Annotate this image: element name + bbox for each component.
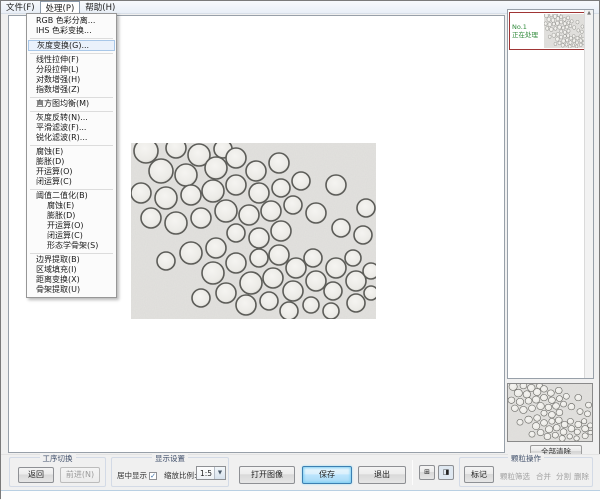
menubar-item-help[interactable]: 帮助(H) bbox=[80, 1, 120, 13]
menu-option-threshold-binarize[interactable]: 阈值二值化(B) bbox=[28, 191, 115, 201]
image-list-scrollbar[interactable]: ▲ bbox=[584, 10, 593, 378]
fit-image-icon-button[interactable]: ◨ bbox=[438, 465, 454, 480]
zoom-ratio-label: 缩放比例: bbox=[164, 470, 197, 481]
center-display-checkbox[interactable]: ✓ bbox=[149, 472, 157, 480]
zoom-ratio-value: 1:5 bbox=[200, 469, 212, 478]
scroll-up-icon[interactable]: ▲ bbox=[585, 10, 593, 18]
menu-option-rgb-separation[interactable]: RGB 色彩分离... bbox=[28, 16, 115, 26]
menu-option-ihs-transform[interactable]: IHS 色彩变换... bbox=[28, 26, 115, 36]
menu-option-region-fill[interactable]: 区域填充(I) bbox=[28, 265, 115, 275]
image-number-label: No.1 bbox=[512, 23, 544, 31]
zoom-ratio-combobox[interactable]: 1:5 ▼ bbox=[196, 466, 226, 480]
open-image-button[interactable]: 打开图像 bbox=[239, 466, 295, 484]
menu-option-dilate[interactable]: 膨胀(D) bbox=[28, 157, 115, 167]
menu-separator bbox=[28, 109, 115, 113]
menu-separator bbox=[28, 187, 115, 191]
image-list-thumbnail bbox=[544, 14, 584, 48]
menu-option-bin-dilate[interactable]: 膨胀(D) bbox=[28, 211, 115, 221]
grid-view-icon-button[interactable]: ⊞ bbox=[419, 465, 435, 480]
menu-option-piecewise-stretch[interactable]: 分段拉伸(L) bbox=[28, 65, 115, 75]
image-list-item-label: No.1 正在处理 bbox=[510, 23, 544, 39]
menu-option-open-op[interactable]: 开运算(O) bbox=[28, 167, 115, 177]
menu-separator bbox=[28, 251, 115, 255]
menu-option-distance-transform[interactable]: 距离变换(X) bbox=[28, 275, 115, 285]
menu-option-log-enhance[interactable]: 对数增强(H) bbox=[28, 75, 115, 85]
menu-option-exp-enhance[interactable]: 指数增强(Z) bbox=[28, 85, 115, 95]
process-menu-dropdown: RGB 色彩分离...IHS 色彩变换... 灰度变换(G)... 线性拉伸(F)分… bbox=[26, 13, 117, 298]
toolbar-separator bbox=[412, 460, 413, 485]
center-display-checkbox-row: 居中显示 ✓ bbox=[117, 470, 157, 481]
menu-separator bbox=[28, 36, 115, 40]
menubar-item-file[interactable]: 文件(F) bbox=[1, 1, 40, 13]
menu-option-erode[interactable]: 腐蚀(E) bbox=[28, 147, 115, 157]
menu-option-linear-stretch[interactable]: 线性拉伸(F) bbox=[28, 55, 115, 65]
image-list-item-selected[interactable]: No.1 正在处理 bbox=[509, 12, 585, 50]
menu-option-morph-skeleton[interactable]: 形态学骨架(S) bbox=[28, 241, 115, 251]
result-action-disabled-0[interactable]: 颗粒筛选 bbox=[500, 471, 530, 482]
display-group-title: 显示设置 bbox=[152, 453, 188, 464]
menu-option-sharpen-filter[interactable]: 锐化滤波(R)... bbox=[28, 133, 115, 143]
menu-option-smooth-filter[interactable]: 平滑滤波(F)... bbox=[28, 123, 115, 133]
menu-option-boundary-extract[interactable]: 边界提取(B) bbox=[28, 255, 115, 265]
preview-thumbnail bbox=[507, 383, 593, 442]
image-status-label: 正在处理 bbox=[512, 31, 544, 39]
menu-option-bin-erode[interactable]: 腐蚀(E) bbox=[28, 201, 115, 211]
image-list-panel: No.1 正在处理 ▲ bbox=[507, 9, 594, 379]
back-button[interactable]: 返回 bbox=[18, 467, 54, 483]
menu-option-bin-open[interactable]: 开运算(O) bbox=[28, 221, 115, 231]
result-action-disabled-3[interactable]: 删除 bbox=[574, 471, 589, 482]
bottom-toolbar: 工序切换 返回 前进(N) 显示设置 居中显示 ✓ 缩放比例: 1:5 ▼ 打开… bbox=[1, 454, 600, 490]
menubar-item-process[interactable]: 处理(P) bbox=[40, 1, 81, 13]
zoom-ratio-label-row: 缩放比例: bbox=[164, 470, 197, 481]
display-group: 显示设置 居中显示 ✓ 缩放比例: 1:5 ▼ bbox=[111, 457, 229, 487]
app-window: 文件(F)处理(P)帮助(H) RGB 色彩分离...IHS 色彩变换... 灰度… bbox=[0, 0, 600, 499]
menu-option-bin-close[interactable]: 闭运算(C) bbox=[28, 231, 115, 241]
micrograph-image bbox=[131, 143, 376, 319]
result-action-disabled-1[interactable]: 合并 bbox=[536, 471, 551, 482]
menu-option-close-op[interactable]: 闭运算(C) bbox=[28, 177, 115, 187]
save-button[interactable]: 保存 bbox=[302, 466, 352, 484]
exit-button[interactable]: 退出 bbox=[358, 466, 406, 484]
menu-separator bbox=[28, 51, 115, 55]
menu-separator bbox=[28, 95, 115, 99]
menu-option-skeleton-extract[interactable]: 骨架提取(U) bbox=[28, 285, 115, 295]
result-group-title: 颗粒操作 bbox=[508, 453, 544, 464]
center-display-label: 居中显示 bbox=[117, 470, 147, 481]
menu-separator bbox=[28, 143, 115, 147]
forward-button[interactable]: 前进(N) bbox=[60, 467, 100, 483]
step-group: 工序切换 返回 前进(N) bbox=[9, 457, 106, 487]
result-group: 颗粒操作 标记 颗粒筛选合并分割删除 bbox=[459, 457, 593, 487]
result-action-disabled-2[interactable]: 分割 bbox=[556, 471, 571, 482]
step-group-title: 工序切换 bbox=[40, 453, 76, 464]
menu-option-gray-transform[interactable]: 灰度变换(G)... bbox=[28, 40, 115, 51]
menu-option-gray-invert[interactable]: 灰度反转(N)... bbox=[28, 113, 115, 123]
menu-option-histogram-equalize[interactable]: 直方图均衡(M) bbox=[28, 99, 115, 109]
mark-button[interactable]: 标记 bbox=[464, 466, 494, 483]
chevron-down-icon[interactable]: ▼ bbox=[214, 467, 225, 479]
